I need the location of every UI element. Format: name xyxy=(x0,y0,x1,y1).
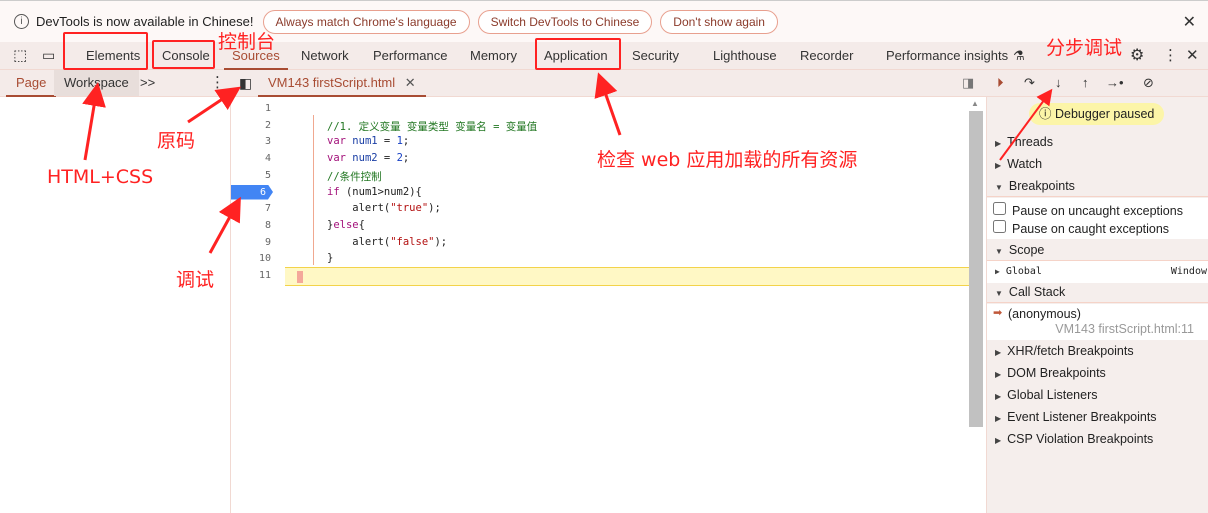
arrow-application xyxy=(594,72,622,136)
arrow-breakpoint xyxy=(208,196,241,254)
arrow-step xyxy=(999,88,1053,161)
arrow-workspace xyxy=(82,82,106,161)
arrow-sources xyxy=(187,86,241,124)
annotation-arrows xyxy=(82,72,1053,254)
